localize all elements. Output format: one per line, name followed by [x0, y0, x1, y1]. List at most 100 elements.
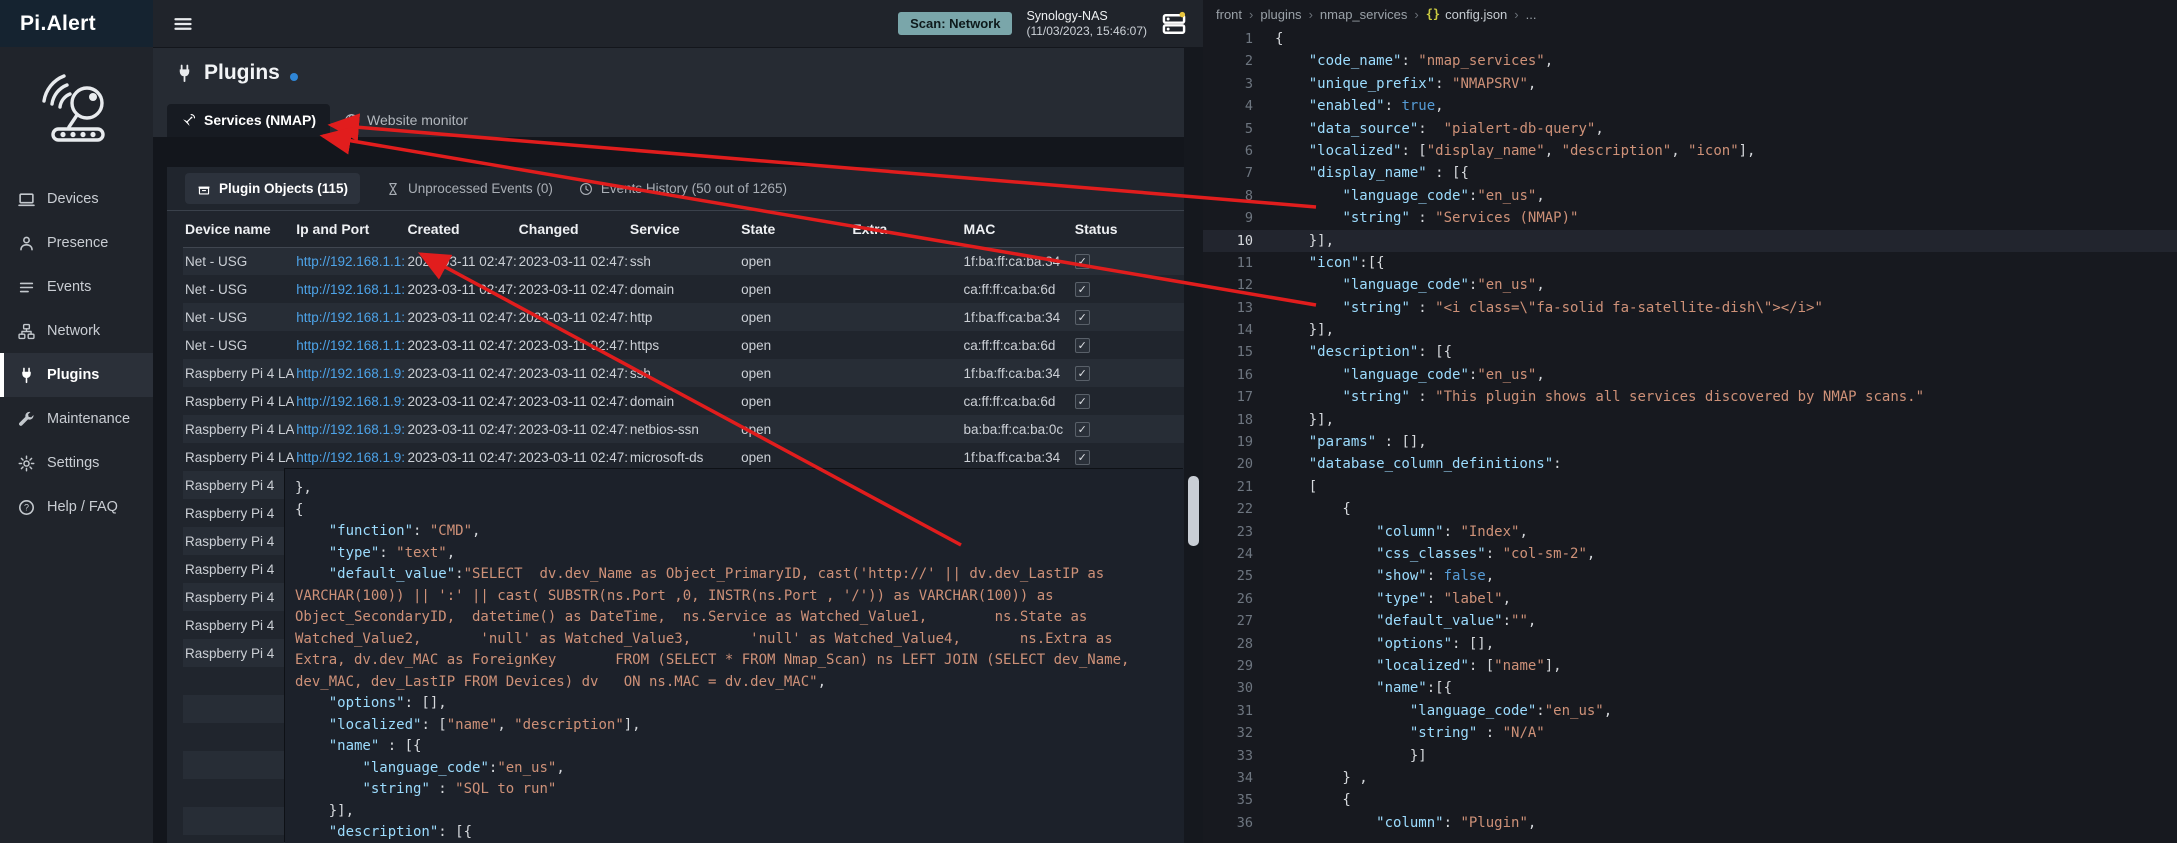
- overlay-code-line: }],: [295, 801, 1162, 823]
- overlay-code-line: {: [295, 500, 1162, 522]
- state-cell: open: [739, 443, 850, 471]
- editor-code-line: "language_code":"en_us",: [1275, 185, 2177, 207]
- breadcrumb-item[interactable]: ...: [1526, 7, 1537, 22]
- topbar-right-cluster: Scan: Network Synology-NAS (11/03/2023, …: [898, 8, 1187, 40]
- main-scrollbar[interactable]: [1184, 47, 1203, 843]
- ip-port-link[interactable]: http://192.168.1.9:22: [296, 366, 405, 381]
- device-name-cell: Raspberry Pi 4: [183, 639, 294, 667]
- breadcrumb-item[interactable]: plugins: [1260, 7, 1301, 22]
- table-row[interactable]: Raspberry Pi 4 LANhttp://192.168.1.9:139…: [183, 415, 1184, 443]
- sidebar-item-settings[interactable]: Settings: [0, 441, 153, 485]
- status-checkbox[interactable]: ✓: [1075, 450, 1090, 465]
- table-row[interactable]: Net - USGhttp://192.168.1.1:532023-03-11…: [183, 275, 1184, 303]
- status-cell: ✓: [1073, 443, 1184, 471]
- table-row[interactable]: Raspberry Pi 4 LANhttp://192.168.1.9:445…: [183, 443, 1184, 471]
- device-name-cell: Raspberry Pi 4: [183, 583, 294, 611]
- sidebar-item-network[interactable]: Network: [0, 309, 153, 353]
- status-checkbox[interactable]: ✓: [1075, 310, 1090, 325]
- column-header-service[interactable]: Service: [628, 211, 739, 247]
- editor-code-line: [: [1275, 476, 2177, 498]
- created-cell: 2023-03-11 02:47:20: [405, 303, 516, 331]
- changed-cell: 2023-03-11 02:47:20: [517, 387, 628, 415]
- line-number: 21: [1203, 476, 1253, 498]
- editor-code-line: "database_column_definitions":: [1275, 453, 2177, 475]
- service-cell: domain: [628, 275, 739, 303]
- editor-code-line: "language_code":"en_us",: [1275, 274, 2177, 296]
- overlay-code-line: "language_code":"en_us",: [295, 758, 1162, 780]
- breadcrumb-label: front: [1216, 7, 1242, 22]
- service-cell: domain: [628, 387, 739, 415]
- breadcrumb-item[interactable]: front: [1216, 7, 1242, 22]
- column-header-status[interactable]: Status: [1073, 211, 1184, 247]
- line-number: 12: [1203, 274, 1253, 296]
- hamburger-icon[interactable]: [173, 14, 193, 34]
- table-row[interactable]: Net - USGhttp://192.168.1.1:4432023-03-1…: [183, 331, 1184, 359]
- breadcrumb-item[interactable]: nmap_services: [1320, 7, 1407, 22]
- table-row[interactable]: Net - USGhttp://192.168.1.1:802023-03-11…: [183, 303, 1184, 331]
- sidebar-item-events[interactable]: Events: [0, 265, 153, 309]
- scrollbar-thumb[interactable]: [1188, 476, 1199, 546]
- sidebar-item-maintenance[interactable]: Maintenance: [0, 397, 153, 441]
- service-cell: ssh: [628, 359, 739, 387]
- column-header-created[interactable]: Created: [405, 211, 516, 247]
- ip-port-link[interactable]: http://192.168.1.9:445: [296, 450, 405, 465]
- overlay-code-line: "name" : [{: [295, 736, 1162, 758]
- sidebar-item-label: Plugins: [47, 367, 99, 383]
- status-checkbox[interactable]: ✓: [1075, 282, 1090, 297]
- status-checkbox[interactable]: ✓: [1075, 254, 1090, 269]
- ip-port-link[interactable]: http://192.168.1.9:53: [296, 394, 405, 409]
- ip-port-link[interactable]: http://192.168.1.9:139: [296, 422, 405, 437]
- status-checkbox[interactable]: ✓: [1075, 422, 1090, 437]
- app-brand[interactable]: Pi.Alert: [0, 0, 153, 47]
- ip-port-link[interactable]: http://192.168.1.1:80: [296, 310, 405, 325]
- table-row[interactable]: Net - USGhttp://192.168.1.1:222023-03-11…: [183, 247, 1184, 275]
- column-header-mac[interactable]: MAC: [962, 211, 1073, 247]
- box-icon: [197, 182, 211, 196]
- subtab-plugin-objects-115[interactable]: Plugin Objects (115): [185, 173, 360, 204]
- editor-code-line: "type": "label",: [1275, 588, 2177, 610]
- ip-port-link[interactable]: http://192.168.1.1:53: [296, 282, 405, 297]
- table-row[interactable]: Raspberry Pi 4 LANhttp://192.168.1.9:222…: [183, 359, 1184, 387]
- editor-code-line: }],: [1275, 319, 2177, 341]
- state-cell: open: [739, 415, 850, 443]
- subtab-events-history-50-out-of-1265[interactable]: Events History (50 out of 1265): [579, 181, 787, 196]
- line-number: 30: [1203, 677, 1253, 699]
- status-checkbox[interactable]: ✓: [1075, 394, 1090, 409]
- line-number: 29: [1203, 655, 1253, 677]
- column-header-state[interactable]: State: [739, 211, 850, 247]
- column-header-changed[interactable]: Changed: [517, 211, 628, 247]
- tab-website-monitor[interactable]: Website monitor: [330, 104, 482, 137]
- mac-cell: ca:ff:ff:ca:ba:6d: [962, 387, 1073, 415]
- column-header-device-name[interactable]: Device name: [183, 211, 294, 247]
- sidebar-item-presence[interactable]: Presence: [0, 221, 153, 265]
- tab-services-nmap[interactable]: Services (NMAP): [167, 104, 330, 137]
- extra-cell: [850, 387, 961, 415]
- editor-code-line: "css_classes": "col-sm-2",: [1275, 543, 2177, 565]
- editor-code-line: {: [1275, 789, 2177, 811]
- status-cell: ✓: [1073, 387, 1184, 415]
- subtab-unprocessed-events-0[interactable]: Unprocessed Events (0): [386, 181, 553, 196]
- status-checkbox[interactable]: ✓: [1075, 338, 1090, 353]
- created-cell: 2023-03-11 02:47:20: [405, 415, 516, 443]
- ip-port-link[interactable]: http://192.168.1.1:22: [296, 254, 405, 269]
- editor-code-area[interactable]: 1234567891011121314151617181920212223242…: [1203, 28, 2177, 843]
- ip-port-link[interactable]: http://192.168.1.1:443: [296, 338, 405, 353]
- overlay-code-line: "type": "text",: [295, 543, 1162, 565]
- breadcrumb-separator-icon: ›: [1514, 7, 1518, 22]
- sidebar-item-help-faq[interactable]: ?Help / FAQ: [0, 485, 153, 529]
- title-badge-dot: [290, 73, 298, 81]
- status-checkbox[interactable]: ✓: [1075, 366, 1090, 381]
- column-header-extra[interactable]: Extra: [850, 211, 961, 247]
- breadcrumb-item[interactable]: {}config.json: [1426, 7, 1508, 22]
- editor-lines: { "code_name": "nmap_services", "unique_…: [1275, 28, 2177, 834]
- extra-cell: [850, 443, 961, 471]
- column-header-ip-and-port[interactable]: Ip and Port: [294, 211, 405, 247]
- editor-code-line: "params" : [],: [1275, 431, 2177, 453]
- devices-icon: [18, 191, 35, 208]
- sidebar-item-devices[interactable]: Devices: [0, 177, 153, 221]
- line-number: 15: [1203, 341, 1253, 363]
- breadcrumb-separator-icon: ›: [1249, 7, 1253, 22]
- table-row[interactable]: Raspberry Pi 4 LANhttp://192.168.1.9:532…: [183, 387, 1184, 415]
- editor-code-line: }]: [1275, 745, 2177, 767]
- sidebar-item-plugins[interactable]: Plugins: [0, 353, 153, 397]
